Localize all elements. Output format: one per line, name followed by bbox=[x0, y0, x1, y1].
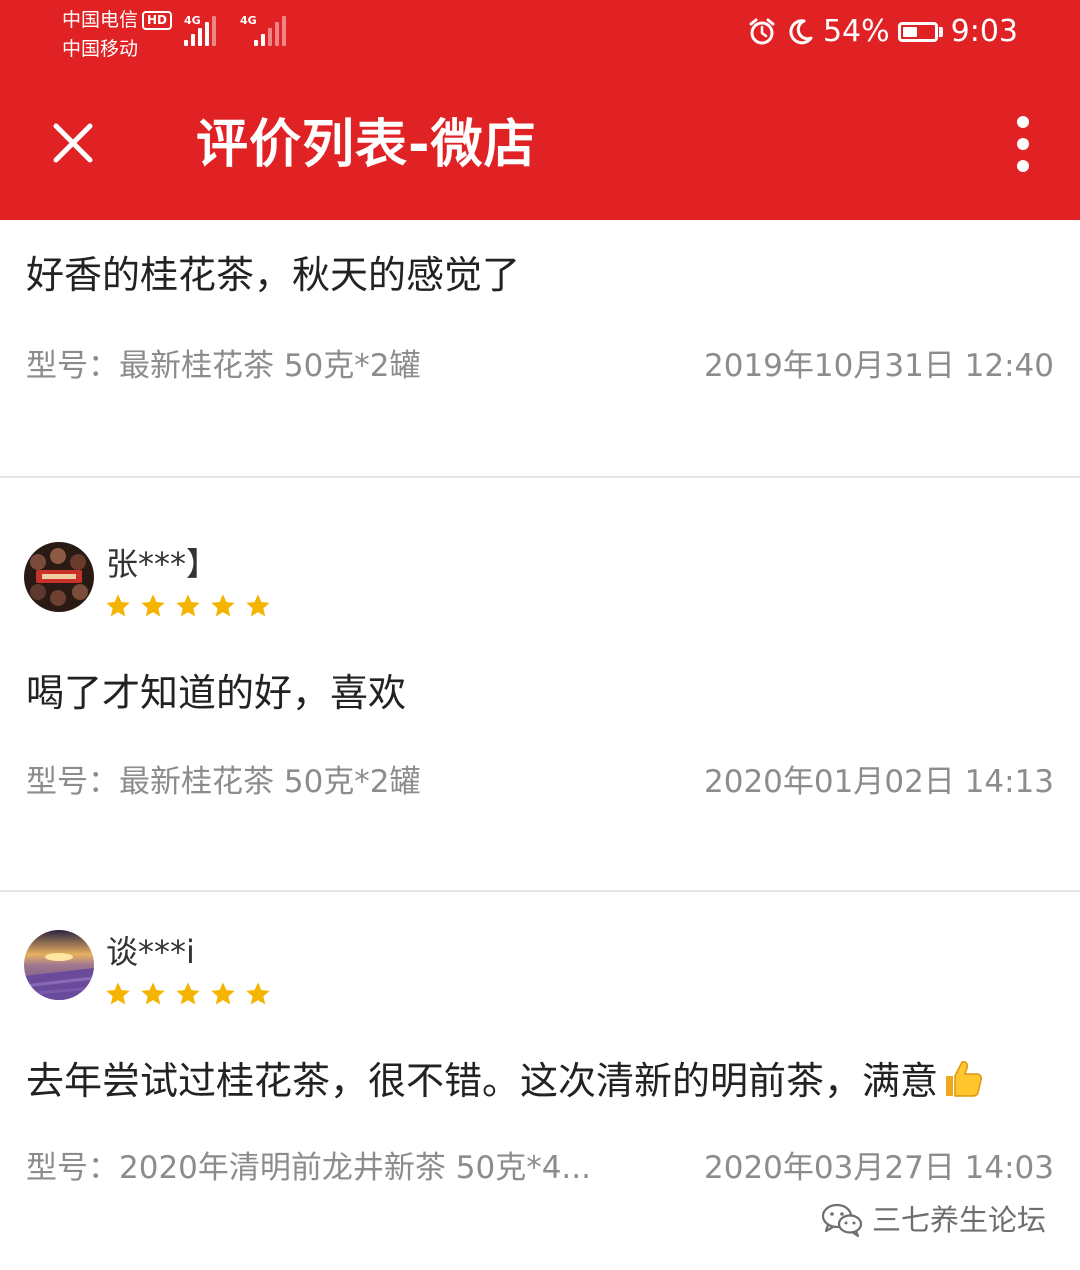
star-icon bbox=[176, 594, 200, 617]
signal-strength-icon: 4G bbox=[240, 14, 286, 46]
review-item: 张***】 喝了才知道的好，喜欢 型号：最新桂花茶 50克*2罐 2020年01… bbox=[0, 478, 1080, 890]
watermark-text: 三七养生论坛 bbox=[871, 1203, 1046, 1237]
network-type-label: 4G bbox=[184, 14, 201, 27]
app-header: 中国电信 HD 中国移动 4G 4G 54% 9:03 评价列表-微店 bbox=[0, 0, 1080, 220]
star-icon bbox=[211, 594, 235, 617]
carrier-info: 中国电信 HD 中国移动 bbox=[62, 6, 173, 64]
star-rating bbox=[104, 592, 272, 620]
star-rating bbox=[104, 980, 272, 1008]
watermark: 三七养生论坛 bbox=[820, 1200, 1046, 1240]
review-item: 好香的桂花茶，秋天的感觉了 型号：最新桂花茶 50克*2罐 2019年10月31… bbox=[0, 220, 1080, 476]
review-datetime: 2020年01月02日 14:13 bbox=[704, 764, 1054, 800]
battery-percent: 54% bbox=[822, 14, 890, 49]
star-icon bbox=[211, 982, 235, 1005]
hd-badge: HD bbox=[142, 11, 173, 30]
carrier-2-label: 中国移动 bbox=[62, 38, 139, 60]
star-icon bbox=[141, 982, 165, 1005]
review-datetime: 2020年03月27日 14:03 bbox=[704, 1150, 1054, 1186]
star-icon bbox=[106, 594, 130, 617]
avatar[interactable] bbox=[24, 542, 94, 612]
star-icon bbox=[246, 982, 270, 1005]
review-model: 型号：最新桂花茶 50克*2罐 bbox=[26, 348, 421, 384]
status-bar: 中国电信 HD 中国移动 4G 4G 54% 9:03 bbox=[0, 0, 1080, 70]
avatar[interactable] bbox=[24, 930, 94, 1000]
review-content: 喝了才知道的好，喜欢 bbox=[26, 671, 407, 715]
page-title: 评价列表-微店 bbox=[196, 115, 537, 175]
thumbs-up-icon bbox=[946, 1061, 983, 1097]
review-content: 好香的桂花茶，秋天的感觉了 bbox=[26, 253, 521, 297]
battery-icon bbox=[897, 22, 943, 42]
review-username: 谈***i bbox=[106, 933, 195, 971]
star-icon bbox=[246, 594, 270, 617]
review-model: 型号：最新桂花茶 50克*2罐 bbox=[26, 764, 421, 800]
carrier-1-label: 中国电信 bbox=[62, 9, 139, 31]
close-button[interactable] bbox=[48, 118, 98, 168]
clock-time: 9:03 bbox=[950, 14, 1018, 49]
star-icon bbox=[141, 594, 165, 617]
review-username: 张***】 bbox=[106, 545, 219, 583]
moon-icon bbox=[789, 19, 813, 45]
more-vertical-icon bbox=[1017, 116, 1029, 128]
status-indicators: 54% 9:03 bbox=[747, 14, 1018, 50]
star-icon bbox=[176, 982, 200, 1005]
review-content-text: 去年尝试过桂花茶，很不错。这次清新的明前茶，满意 bbox=[26, 1059, 939, 1103]
alarm-icon bbox=[749, 18, 775, 45]
star-icon bbox=[106, 982, 130, 1005]
review-model: 型号：2020年清明前龙井新茶 50克*4... bbox=[26, 1150, 591, 1186]
review-content: 去年尝试过桂花茶，很不错。这次清新的明前茶，满意 bbox=[26, 1056, 984, 1106]
review-datetime: 2019年10月31日 12:40 bbox=[704, 348, 1054, 384]
network-type-label: 4G bbox=[240, 14, 257, 27]
close-icon bbox=[53, 123, 93, 163]
more-options-button[interactable] bbox=[1006, 116, 1040, 172]
signal-strength-icon: 4G bbox=[184, 14, 216, 46]
wechat-icon bbox=[821, 1203, 863, 1238]
